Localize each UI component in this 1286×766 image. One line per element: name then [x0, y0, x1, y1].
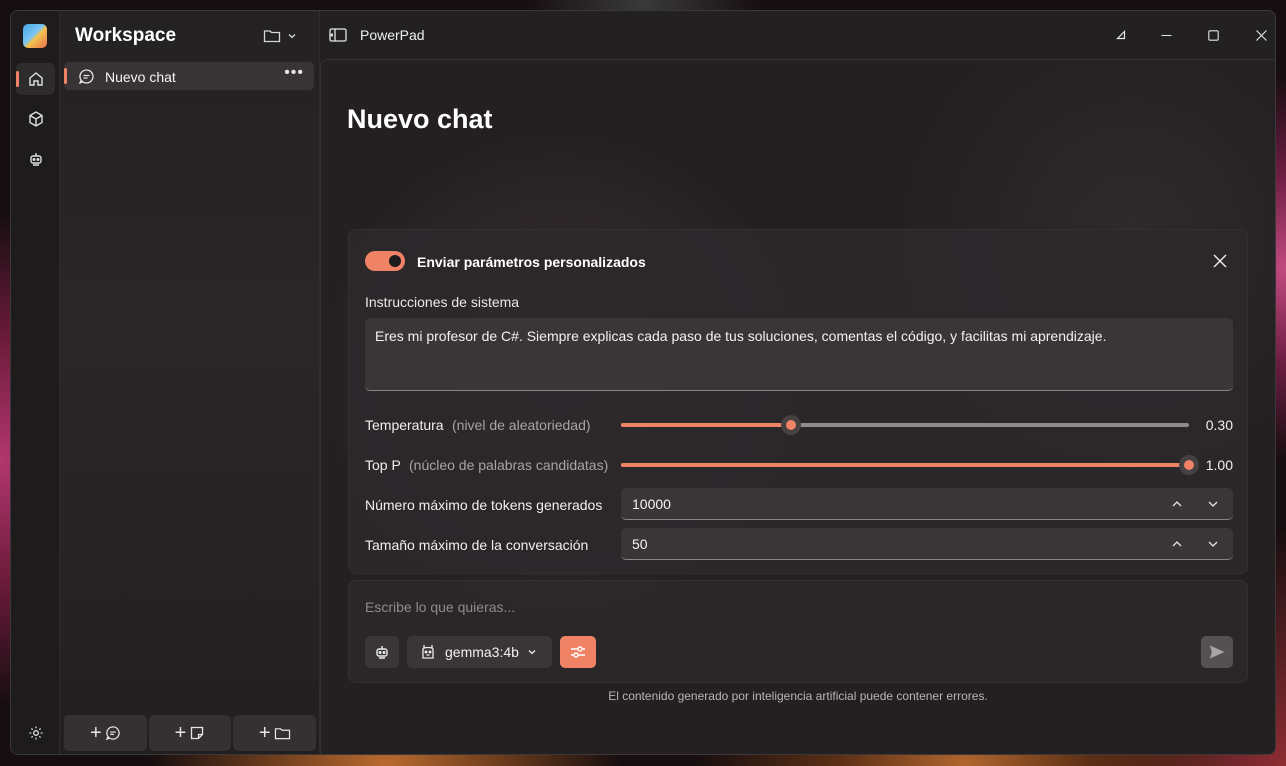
workspace-title: Workspace [75, 25, 177, 46]
agent-selector-button[interactable] [365, 636, 399, 668]
robot-icon [376, 646, 388, 659]
chevron-down-icon [1208, 501, 1218, 507]
max-conversation-value: 50 [632, 536, 648, 552]
workspace-sidebar: Workspace Nuevo chat ••• + + + [60, 11, 320, 754]
temperature-value: 0.30 [1205, 417, 1233, 433]
send-icon [1210, 645, 1225, 659]
model-name: gemma3:4b [445, 644, 519, 660]
app-title: PowerPad [360, 27, 425, 43]
new-folder-button[interactable]: + [233, 715, 317, 751]
rail-agents-button[interactable] [16, 143, 55, 175]
plus-icon: + [89, 722, 102, 744]
plus-icon: + [258, 722, 271, 744]
temperature-slider-thumb[interactable] [781, 415, 802, 435]
top-p-hint: (núcleo de palabras candidatas) [409, 457, 609, 473]
temperature-label: Temperatura [365, 417, 444, 433]
app-rail [11, 11, 60, 754]
new-note-button[interactable]: + [148, 715, 232, 751]
note-icon [191, 726, 204, 740]
chevron-up-icon [1172, 501, 1182, 507]
minimize-icon [1161, 34, 1171, 36]
ai-disclaimer: El contenido generado por inteligencia a… [608, 689, 988, 703]
temperature-slider-fill [621, 423, 792, 427]
custom-parameters-toggle[interactable] [365, 251, 405, 271]
chat-item-label: Nuevo chat [105, 69, 176, 85]
top-p-value: 1.00 [1205, 457, 1233, 473]
compact-overlay-button[interactable] [1098, 11, 1144, 59]
more-options-button[interactable]: ••• [284, 64, 304, 82]
llama-icon [422, 645, 434, 659]
app-logo-icon [23, 24, 47, 48]
plus-icon: + [174, 722, 187, 744]
top-p-slider-fill [621, 463, 1189, 467]
rail-home-button[interactable] [16, 63, 55, 95]
max-tokens-value: 10000 [632, 496, 671, 512]
parameters-toggle-button[interactable] [560, 636, 596, 668]
temperature-hint: (nivel de aleatoriedad) [452, 417, 591, 433]
top-p-row: Top P (núcleo de palabras candidatas) 1.… [365, 453, 1233, 477]
max-tokens-input[interactable]: 10000 [621, 488, 1233, 520]
max-tokens-label: Número máximo de tokens generados [365, 497, 603, 513]
page-title: Nuevo chat [347, 104, 493, 134]
close-window-button[interactable] [1238, 11, 1275, 59]
sidebar-footer: + + + [64, 715, 317, 751]
close-icon [1255, 29, 1267, 41]
minimize-button[interactable] [1143, 11, 1189, 59]
new-chat-button[interactable]: + [64, 715, 147, 751]
custom-parameters-panel: Enviar parámetros personalizados Instruc… [348, 229, 1248, 574]
chevron-down-icon [528, 650, 536, 655]
title-bar: PowerPad [320, 11, 1275, 59]
max-tokens-decrement-button[interactable] [1203, 494, 1223, 514]
max-tokens-increment-button[interactable] [1167, 494, 1187, 514]
toggle-pane-icon[interactable] [328, 25, 348, 45]
message-input[interactable]: Escribe lo que quieras... [365, 599, 515, 615]
chat-list-item[interactable]: Nuevo chat ••• [64, 62, 314, 90]
chevron-up-icon [1172, 541, 1182, 547]
robot-icon [29, 153, 42, 166]
max-conversation-label: Tamaño máximo de la conversación [365, 537, 589, 553]
folder-menu-button[interactable] [263, 25, 303, 47]
max-conversation-decrement-button[interactable] [1203, 534, 1223, 554]
app-window: Workspace Nuevo chat ••• + + + PowerPad … [10, 10, 1276, 755]
maximize-icon [1207, 29, 1219, 41]
rail-models-button[interactable] [16, 103, 55, 135]
chevron-down-icon [288, 34, 296, 39]
max-conversation-row: Tamaño máximo de la conversación 50 [365, 528, 1233, 560]
system-instructions-label: Instrucciones de sistema [365, 294, 520, 310]
top-p-slider[interactable] [621, 455, 1199, 475]
folder-icon [263, 30, 281, 43]
chat-bubble-icon [105, 726, 120, 741]
chat-bubble-icon [78, 69, 94, 85]
main-content: Nuevo chat Enviar parámetros personaliza… [320, 59, 1275, 754]
max-conversation-increment-button[interactable] [1167, 534, 1187, 554]
cube-icon [28, 111, 43, 127]
model-selector-button[interactable]: gemma3:4b [407, 636, 552, 668]
temperature-row: Temperatura (nivel de aleatoriedad) 0.30 [365, 413, 1233, 437]
rail-settings-button[interactable] [16, 717, 55, 749]
close-panel-button[interactable] [1209, 250, 1231, 272]
folder-icon [274, 727, 290, 739]
temperature-slider[interactable] [621, 415, 1189, 435]
message-composer: Escribe lo que quieras... gemma3:4b [348, 580, 1248, 683]
sliders-icon [571, 646, 585, 658]
custom-parameters-label: Enviar parámetros personalizados [417, 254, 646, 270]
maximize-button[interactable] [1190, 11, 1236, 59]
send-button[interactable] [1201, 636, 1233, 668]
home-icon [28, 72, 43, 86]
gear-icon [29, 726, 42, 740]
system-instructions-input[interactable]: Eres mi profesor de C#. Siempre explicas… [365, 318, 1233, 391]
resize-corner-icon [1116, 30, 1126, 40]
max-conversation-input[interactable]: 50 [621, 528, 1233, 560]
top-p-slider-thumb[interactable] [1179, 455, 1199, 475]
max-tokens-row: Número máximo de tokens generados 10000 [365, 488, 1233, 520]
chevron-down-icon [1208, 541, 1218, 547]
top-p-label: Top P [365, 457, 401, 473]
